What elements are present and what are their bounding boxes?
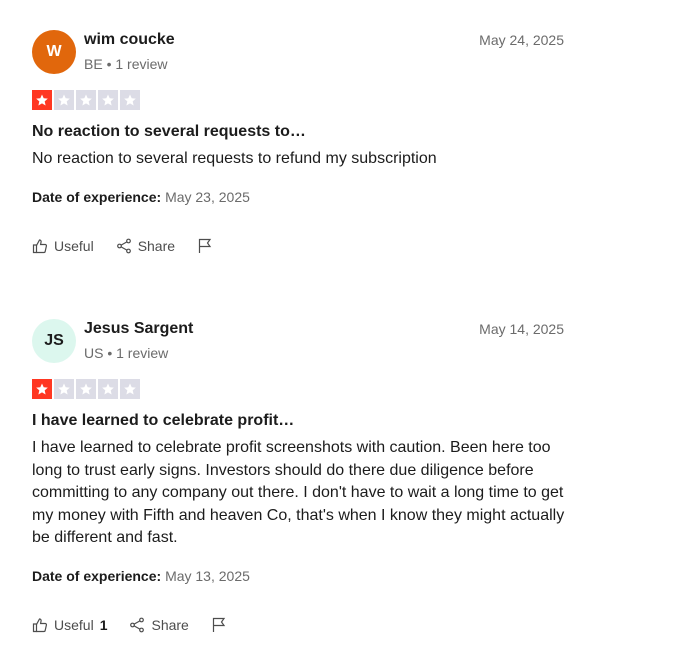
review-body: No reaction to several requests to refun…	[32, 150, 437, 167]
share-icon	[130, 617, 145, 633]
share-label: Share	[137, 238, 176, 254]
review-card: W wim coucke BE • 1 review May 24, 2025 …	[32, 28, 564, 254]
star-icon	[120, 379, 140, 399]
report-button[interactable]	[211, 617, 227, 633]
date-of-experience-label: Date of experience:	[32, 189, 162, 205]
review-body: I have learned to celebrate profit scree…	[32, 439, 565, 546]
review-header: W wim coucke BE • 1 review May 24, 2025	[32, 28, 564, 78]
avatar[interactable]: W	[32, 30, 76, 74]
review-title[interactable]: No reaction to several requests to…	[32, 123, 306, 141]
review-actions: Useful Share	[32, 238, 235, 254]
report-button[interactable]	[197, 238, 213, 254]
review-date: May 24, 2025	[479, 32, 564, 48]
star-icon	[76, 90, 96, 110]
share-label: Share	[151, 617, 189, 633]
date-of-experience-label: Date of experience:	[32, 568, 162, 584]
review-actions: Useful 1 Share	[32, 617, 249, 633]
star-rating	[32, 379, 140, 399]
reviewer-meta: BE • 1 review	[84, 56, 168, 72]
star-icon	[54, 90, 74, 110]
avatar[interactable]: JS	[32, 319, 76, 363]
review-title[interactable]: I have learned to celebrate profit…	[32, 412, 294, 430]
star-icon	[76, 379, 96, 399]
review-header: JS Jesus Sargent US • 1 review May 14, 2…	[32, 317, 564, 367]
useful-button[interactable]: Useful 1	[32, 617, 107, 633]
star-rating	[32, 90, 140, 110]
share-button[interactable]: Share	[116, 238, 175, 254]
star-icon	[32, 379, 52, 399]
star-icon	[98, 90, 118, 110]
flag-icon	[212, 617, 226, 632]
star-icon	[120, 90, 140, 110]
date-of-experience: Date of experience: May 13, 2025	[32, 568, 250, 584]
date-of-experience-value: May 23, 2025	[165, 189, 250, 205]
reviewer-name[interactable]: Jesus Sargent	[84, 320, 193, 338]
star-icon	[98, 379, 118, 399]
share-button[interactable]: Share	[129, 617, 189, 633]
useful-button[interactable]: Useful	[32, 238, 94, 254]
star-icon	[32, 90, 52, 110]
useful-count: 1	[99, 617, 108, 633]
review-card: JS Jesus Sargent US • 1 review May 14, 2…	[32, 317, 564, 633]
reviewer-meta: US • 1 review	[84, 345, 169, 361]
useful-label: Useful	[54, 238, 94, 254]
flag-icon	[198, 238, 212, 253]
review-date: May 14, 2025	[479, 321, 564, 337]
useful-label: Useful	[54, 617, 94, 633]
date-of-experience: Date of experience: May 23, 2025	[32, 189, 250, 205]
reviewer-name[interactable]: wim coucke	[84, 31, 175, 49]
thumbs-up-icon	[32, 239, 48, 254]
star-icon	[54, 379, 74, 399]
thumbs-up-icon	[32, 618, 48, 633]
share-icon	[116, 238, 131, 254]
date-of-experience-value: May 13, 2025	[165, 568, 250, 584]
